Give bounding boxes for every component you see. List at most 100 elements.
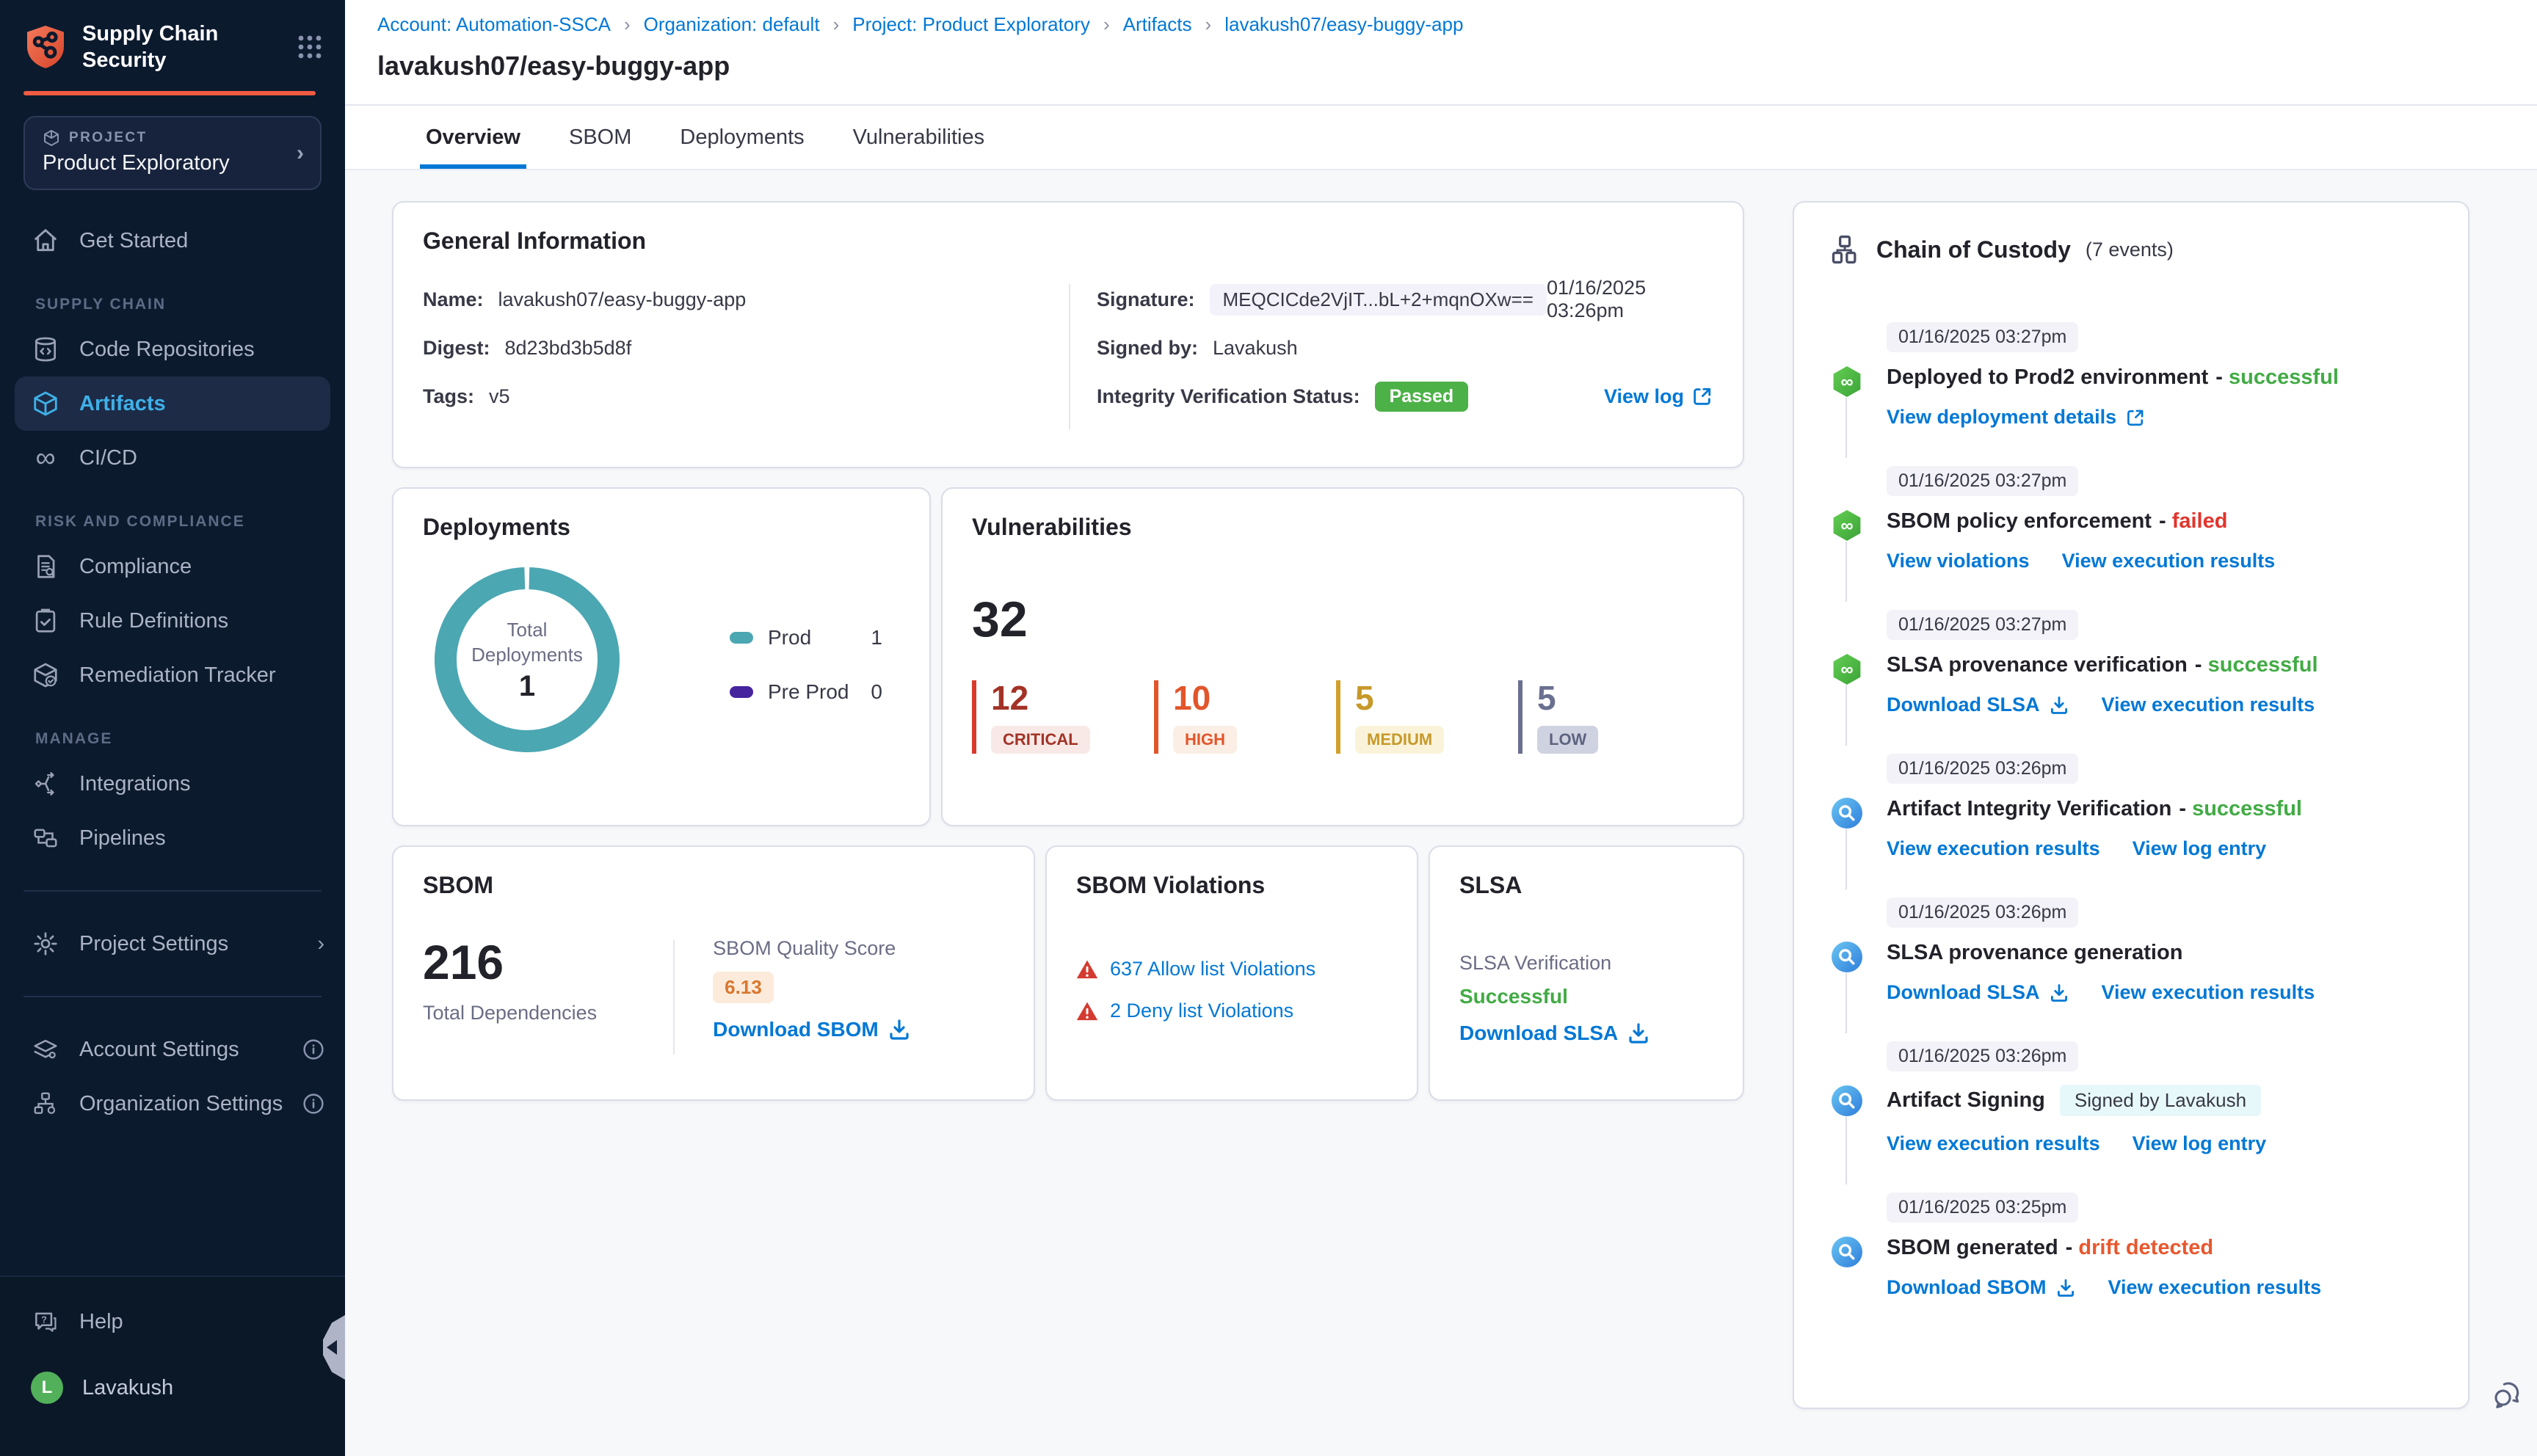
view-log-entry-link[interactable]: View log entry [2133, 1132, 2267, 1155]
event-status: successful [2195, 653, 2318, 677]
chain-of-custody-title: Chain of Custody [1876, 236, 2071, 263]
allow-list-violations-link[interactable]: 637 Allow list Violations [1110, 958, 1315, 980]
event-slsa-provenance-verification: 01/16/2025 03:27pm ∞ SLSA provenance ver… [1829, 609, 2433, 746]
event-deployed-prod2: 01/16/2025 03:27pm ∞ Deployed to Prod2 e… [1829, 321, 2433, 458]
deny-list-violations-link[interactable]: 2 Deny list Violations [1110, 1000, 1293, 1022]
section-supply-chain: SUPPLY CHAIN [35, 296, 167, 313]
tab-overview[interactable]: Overview [420, 106, 526, 169]
sidebar-item-compliance[interactable]: Compliance [0, 539, 345, 594]
signed-by-label: Signed by: [1097, 336, 1199, 359]
name-label: Name: [423, 288, 484, 310]
severity-low: 5 LOW [1518, 680, 1700, 754]
sidebar-item-account-settings[interactable]: Account Settings [0, 1022, 345, 1077]
signature-timestamp: 01/16/2025 03:26pm [1546, 277, 1647, 321]
page-title: lavakush07/easy-buggy-app [377, 51, 730, 81]
tab-sbom[interactable]: SBOM [563, 106, 637, 169]
deny-list-violations-row: 2 Deny list Violations [1076, 1000, 1387, 1022]
sidebar-item-help[interactable]: ? Help [0, 1295, 345, 1349]
help-chat-icon: ? [31, 1307, 60, 1336]
view-log-link[interactable]: View log [1604, 385, 1713, 408]
event-timestamp: 01/16/2025 03:26pm [1887, 754, 2079, 784]
prod-swatch [730, 632, 753, 644]
download-slsa-link[interactable]: Download SLSA [1887, 981, 2069, 1004]
project-name: Product Exploratory [43, 151, 230, 175]
event-timestamp: 01/16/2025 03:26pm [1887, 1041, 2079, 1071]
view-execution-results-link[interactable]: View execution results [2102, 694, 2315, 716]
sidebar-item-code-repositories[interactable]: Code Repositories [0, 322, 345, 376]
artifact-digest: 8d23bd3b5d8f [504, 336, 632, 359]
breadcrumb-current[interactable]: lavakush07/easy-buggy-app [1224, 13, 1463, 36]
download-sbom-link[interactable]: Download SBOM [713, 1018, 911, 1041]
sidebar-item-integrations[interactable]: Integrations [0, 757, 345, 811]
sidebar-item-pipelines[interactable]: Pipelines [0, 811, 345, 865]
warning-icon [1076, 1001, 1098, 1020]
card-title: Vulnerabilities [972, 514, 1132, 540]
brand-underline [23, 91, 316, 95]
legend-item-pre-prod: Pre Prod 0 [730, 680, 882, 704]
deployments-donut-chart: Total Deployments 1 [426, 558, 628, 761]
view-execution-results-link[interactable]: View execution results [2062, 550, 2276, 572]
view-violations-link[interactable]: View violations [1887, 550, 2030, 572]
sidebar-nav: Get Started SUPPLY CHAIN Code Repositori… [0, 214, 345, 1131]
sidebar-item-cicd[interactable]: ∞ CI/CD [0, 431, 345, 485]
view-log-entry-link[interactable]: View log entry [2133, 837, 2267, 860]
allow-list-violations-row: 637 Allow list Violations [1076, 958, 1387, 980]
chevron-separator: › [1205, 13, 1212, 35]
prod-count: 1 [871, 626, 882, 649]
event-status: drift detected [2066, 1236, 2213, 1260]
view-execution-results-link[interactable]: View execution results [2108, 1276, 2322, 1299]
sidebar-footer: ? Help L Lavakush [0, 1275, 345, 1456]
event-timestamp: 01/16/2025 03:27pm [1887, 322, 2079, 352]
view-execution-results-link[interactable]: View execution results [1887, 837, 2100, 860]
general-information-card: General Information Name: lavakush07/eas… [392, 201, 1744, 468]
sidebar-item-organization-settings[interactable]: Organization Settings [0, 1077, 345, 1131]
gear-icon [31, 929, 60, 958]
event-timestamp: 01/16/2025 03:26pm [1887, 898, 2079, 928]
divider [23, 890, 322, 892]
sidebar-item-project-settings[interactable]: Project Settings › [0, 917, 345, 971]
sbom-quality-score-value: 6.13 [713, 972, 774, 1003]
tab-deployments[interactable]: Deployments [674, 106, 810, 169]
tab-vulnerabilities[interactable]: Vulnerabilities [847, 106, 990, 169]
svg-text:?: ? [41, 1315, 47, 1325]
deployments-legend: Prod 1 Pre Prod 0 [730, 626, 882, 761]
download-icon [1629, 1023, 1648, 1044]
download-slsa-link[interactable]: Download SLSA [1887, 694, 2069, 716]
breadcrumb-organization[interactable]: Organization: default [644, 13, 820, 36]
sidebar-item-remediation-tracker[interactable]: Remediation Tracker [0, 648, 345, 702]
infinity-icon: ∞ [35, 443, 56, 473]
sidebar-item-get-started[interactable]: Get Started [0, 214, 345, 268]
chain-of-custody-card: Chain of Custody (7 events) 01/16/2025 0… [1793, 201, 2469, 1409]
breadcrumb-project[interactable]: Project: Product Exploratory [852, 13, 1090, 36]
view-execution-results-link[interactable]: View execution results [2102, 981, 2315, 1004]
feedback-chat-icon[interactable] [2491, 1378, 2524, 1410]
event-artifact-signing: 01/16/2025 03:26pm Artifact Signing Signe… [1829, 1041, 2433, 1184]
slsa-verification-status: Successful [1459, 985, 1568, 1008]
status-badge: Passed [1374, 381, 1469, 412]
artifact-tags: v5 [489, 385, 510, 407]
breadcrumb-artifacts[interactable]: Artifacts [1123, 13, 1192, 36]
signature-value: MEQCICde2VjIT...bL+2+mqnOXw== [1209, 283, 1547, 316]
download-icon [890, 1019, 909, 1040]
view-execution-results-link[interactable]: View execution results [1887, 1132, 2100, 1155]
event-timestamp: 01/16/2025 03:27pm [1887, 466, 2079, 496]
pre-prod-swatch [730, 686, 753, 698]
clipboard-check-icon [31, 606, 60, 636]
sidebar-item-rule-definitions[interactable]: Rule Definitions [0, 594, 345, 648]
total-deployments-value: 1 [518, 669, 536, 702]
module-grid-icon[interactable] [295, 32, 324, 62]
project-selector[interactable]: PROJECT Product Exploratory › [23, 116, 322, 190]
info-icon [302, 1093, 324, 1115]
sidebar-user[interactable]: L Lavakush [0, 1361, 345, 1415]
download-sbom-link[interactable]: Download SBOM [1887, 1276, 2076, 1299]
download-slsa-link[interactable]: Download SLSA [1459, 1022, 1713, 1045]
card-title: SBOM [423, 872, 493, 898]
digest-label: Digest: [423, 336, 490, 359]
download-icon [2050, 983, 2067, 1002]
breadcrumb-account[interactable]: Account: Automation-SSCA [377, 13, 611, 36]
sidebar-item-artifacts[interactable]: Artifacts [15, 376, 330, 431]
view-deployment-details-link[interactable]: View deployment details [1887, 406, 2146, 429]
sbom-violations-card: SBOM Violations 637 Allow list Violation… [1045, 845, 1418, 1101]
hierarchy-icon [1832, 235, 1857, 264]
vulnerabilities-card: Vulnerabilities 32 12 CRITICAL 10 HIGH 5… [941, 487, 1744, 826]
